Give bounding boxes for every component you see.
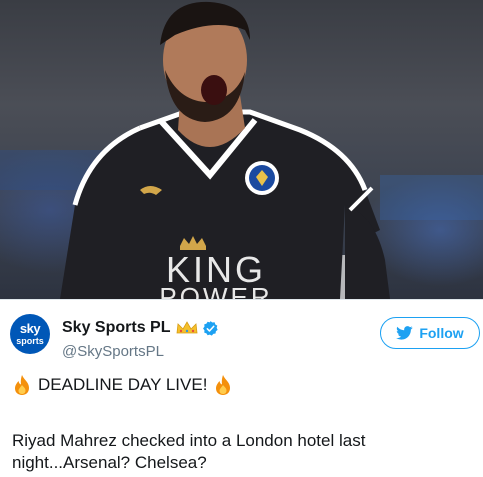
author-name-row: Sky Sports PL [62,319,219,337]
avatar-text-sky: sky [19,321,41,336]
twitter-bird-icon [396,326,413,340]
follow-button-label: Follow [419,325,464,341]
headline-text: DEADLINE DAY LIVE! [38,375,208,394]
player-illustration: KING POWER [0,1,483,299]
author-name[interactable]: Sky Sports PL [62,319,170,337]
avatar-text-sports: sports [16,336,44,346]
tweet-photo[interactable]: KING POWER [0,0,483,299]
photo-divider [0,299,483,300]
author-handle[interactable]: @SkySportsPL [62,343,164,360]
fire-emoji [216,375,231,395]
fire-emoji [15,375,29,395]
crown-emoji [177,321,198,334]
verified-badge-icon [203,320,219,336]
tweet-headline: DEADLINE DAY LIVE! [12,374,233,396]
tweet-body-text: Riyad Mahrez checked into a London hotel… [12,431,366,472]
follow-button[interactable]: Follow [380,317,480,349]
shirt-sponsor-text-2: POWER [159,282,272,299]
avatar[interactable]: sky sports [10,314,50,354]
